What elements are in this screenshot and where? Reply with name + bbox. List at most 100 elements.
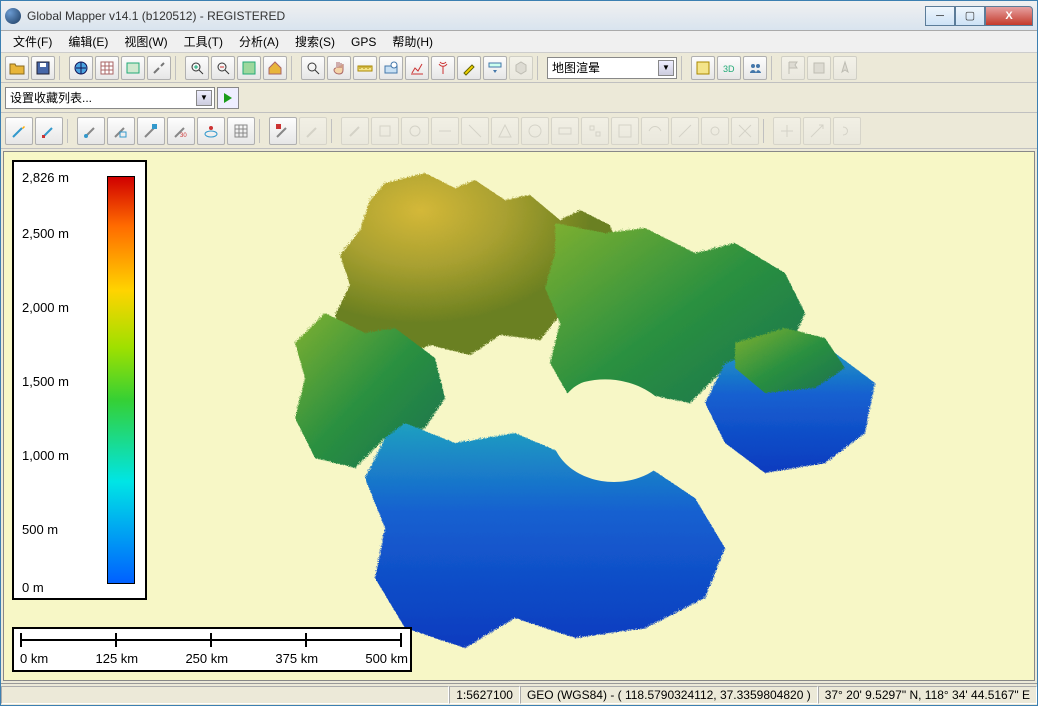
- tool-f: [491, 117, 519, 145]
- digitizer-button[interactable]: [457, 56, 481, 80]
- digitizer-toolbar: 30: [1, 113, 1037, 149]
- shader-value: 地图渲晕: [552, 59, 600, 76]
- tool-q: [833, 117, 861, 145]
- tool-j: [611, 117, 639, 145]
- tool-d: [431, 117, 459, 145]
- window-title: Global Mapper v14.1 (b120512) - REGISTER…: [27, 9, 925, 23]
- tool-a: [341, 117, 369, 145]
- play-button[interactable]: [217, 87, 239, 109]
- scale-500: 500 km: [365, 651, 408, 666]
- main-toolbar: 地图渲晕 ▼ 3D: [1, 53, 1037, 83]
- pan-tool-button[interactable]: [327, 56, 351, 80]
- legend-1500: 1,500 m: [22, 374, 69, 389]
- menu-gps[interactable]: GPS: [345, 33, 382, 51]
- tool-h: [551, 117, 579, 145]
- gps-track-button: [807, 56, 831, 80]
- tool-n: [731, 117, 759, 145]
- dropdown-arrow-icon: ▼: [196, 90, 212, 106]
- maximize-button[interactable]: ▢: [955, 6, 985, 26]
- close-button[interactable]: X: [985, 6, 1033, 26]
- create-grid-button[interactable]: 30: [167, 117, 195, 145]
- create-cogo-button[interactable]: [197, 117, 225, 145]
- elevation-legend: 2,826 m 2,500 m 2,000 m 1,500 m 1,000 m …: [12, 160, 147, 600]
- create-range-button[interactable]: [227, 117, 255, 145]
- create-rect-button[interactable]: [107, 117, 135, 145]
- legend-gradient: [107, 176, 135, 584]
- tool-m: [701, 117, 729, 145]
- shader-options-button[interactable]: [691, 56, 715, 80]
- svg-text:30: 30: [180, 133, 187, 139]
- create-line-button[interactable]: [35, 117, 63, 145]
- tool-i: [581, 117, 609, 145]
- map-viewport[interactable]: 2,826 m 2,500 m 2,000 m 1,500 m 1,000 m …: [3, 151, 1035, 681]
- menu-bar: 文件(F) 编辑(E) 视图(W) 工具(T) 分析(A) 搜索(S) GPS …: [1, 31, 1037, 53]
- menu-help[interactable]: 帮助(H): [386, 31, 439, 52]
- menu-search[interactable]: 搜索(S): [289, 31, 341, 52]
- open-button[interactable]: [5, 56, 29, 80]
- minimize-button[interactable]: ─: [925, 6, 955, 26]
- app-icon: [5, 8, 21, 24]
- antenna-button[interactable]: [431, 56, 455, 80]
- tool-g: [521, 117, 549, 145]
- gps-nav-button: [833, 56, 857, 80]
- tool-k: [641, 117, 669, 145]
- edit-vertex-button[interactable]: [269, 117, 297, 145]
- favorites-value: 设置收藏列表...: [10, 89, 92, 106]
- chart-button[interactable]: [405, 56, 429, 80]
- tool-o: [773, 117, 801, 145]
- tool-c: [401, 117, 429, 145]
- status-scale: 1:5627100: [449, 686, 520, 704]
- tool-l: [671, 117, 699, 145]
- measure-button[interactable]: [353, 56, 377, 80]
- tool-b: [371, 117, 399, 145]
- scale-375: 375 km: [275, 651, 318, 666]
- create-circle-button[interactable]: [137, 117, 165, 145]
- dropdown-arrow-icon: ▼: [658, 60, 674, 76]
- menu-analysis[interactable]: 分析(A): [233, 31, 285, 52]
- scale-125: 125 km: [95, 651, 138, 666]
- legend-2000: 2,000 m: [22, 300, 69, 315]
- zoom-extent-button[interactable]: [237, 56, 261, 80]
- people-button[interactable]: [743, 56, 767, 80]
- create-point-button[interactable]: [5, 117, 33, 145]
- zoom-in-button[interactable]: [185, 56, 209, 80]
- favorites-combo[interactable]: 设置收藏列表... ▼: [5, 87, 215, 109]
- globe-button[interactable]: [69, 56, 93, 80]
- scale-bar: 0 km 125 km 250 km 375 km 500 km: [12, 627, 412, 672]
- dropdown-button[interactable]: [483, 56, 507, 80]
- tool-e: [461, 117, 489, 145]
- info-button[interactable]: [379, 56, 403, 80]
- status-bar: 1:5627100 GEO (WGS84) - ( 118.5790324112…: [1, 683, 1037, 705]
- legend-min: 0 m: [22, 580, 44, 595]
- tools-button[interactable]: [147, 56, 171, 80]
- home-button[interactable]: [263, 56, 287, 80]
- menu-edit[interactable]: 编辑(E): [62, 31, 114, 52]
- gps-flag-button: [781, 56, 805, 80]
- save-button[interactable]: [31, 56, 55, 80]
- scale-0: 0 km: [20, 651, 48, 666]
- svg-text:3D: 3D: [723, 64, 735, 74]
- title-bar: Global Mapper v14.1 (b120512) - REGISTER…: [1, 1, 1037, 31]
- zoom-tool-button[interactable]: [301, 56, 325, 80]
- tool-p: [803, 117, 831, 145]
- 3d-view-button[interactable]: 3D: [717, 56, 741, 80]
- legend-1000: 1,000 m: [22, 448, 69, 463]
- zoom-out-button[interactable]: [211, 56, 235, 80]
- legend-max: 2,826 m: [22, 170, 69, 185]
- menu-file[interactable]: 文件(F): [7, 31, 58, 52]
- shader-combo[interactable]: 地图渲晕 ▼: [547, 57, 677, 79]
- status-coordinates: 37° 20' 9.5297" N, 118° 34' 44.5167" E: [818, 686, 1037, 704]
- favorites-toolbar: 设置收藏列表... ▼: [1, 83, 1037, 113]
- config-button[interactable]: [121, 56, 145, 80]
- scale-250: 250 km: [185, 651, 228, 666]
- legend-500: 500 m: [22, 522, 58, 537]
- status-projection: GEO (WGS84) - ( 118.5790324112, 37.33598…: [520, 686, 818, 704]
- menu-view[interactable]: 视图(W): [118, 31, 173, 52]
- menu-tools[interactable]: 工具(T): [178, 31, 229, 52]
- create-area-button[interactable]: [77, 117, 105, 145]
- layers-button[interactable]: [95, 56, 119, 80]
- move-button: [299, 117, 327, 145]
- terrain-render: [204, 162, 904, 682]
- 3d-button: [509, 56, 533, 80]
- legend-2500: 2,500 m: [22, 226, 69, 241]
